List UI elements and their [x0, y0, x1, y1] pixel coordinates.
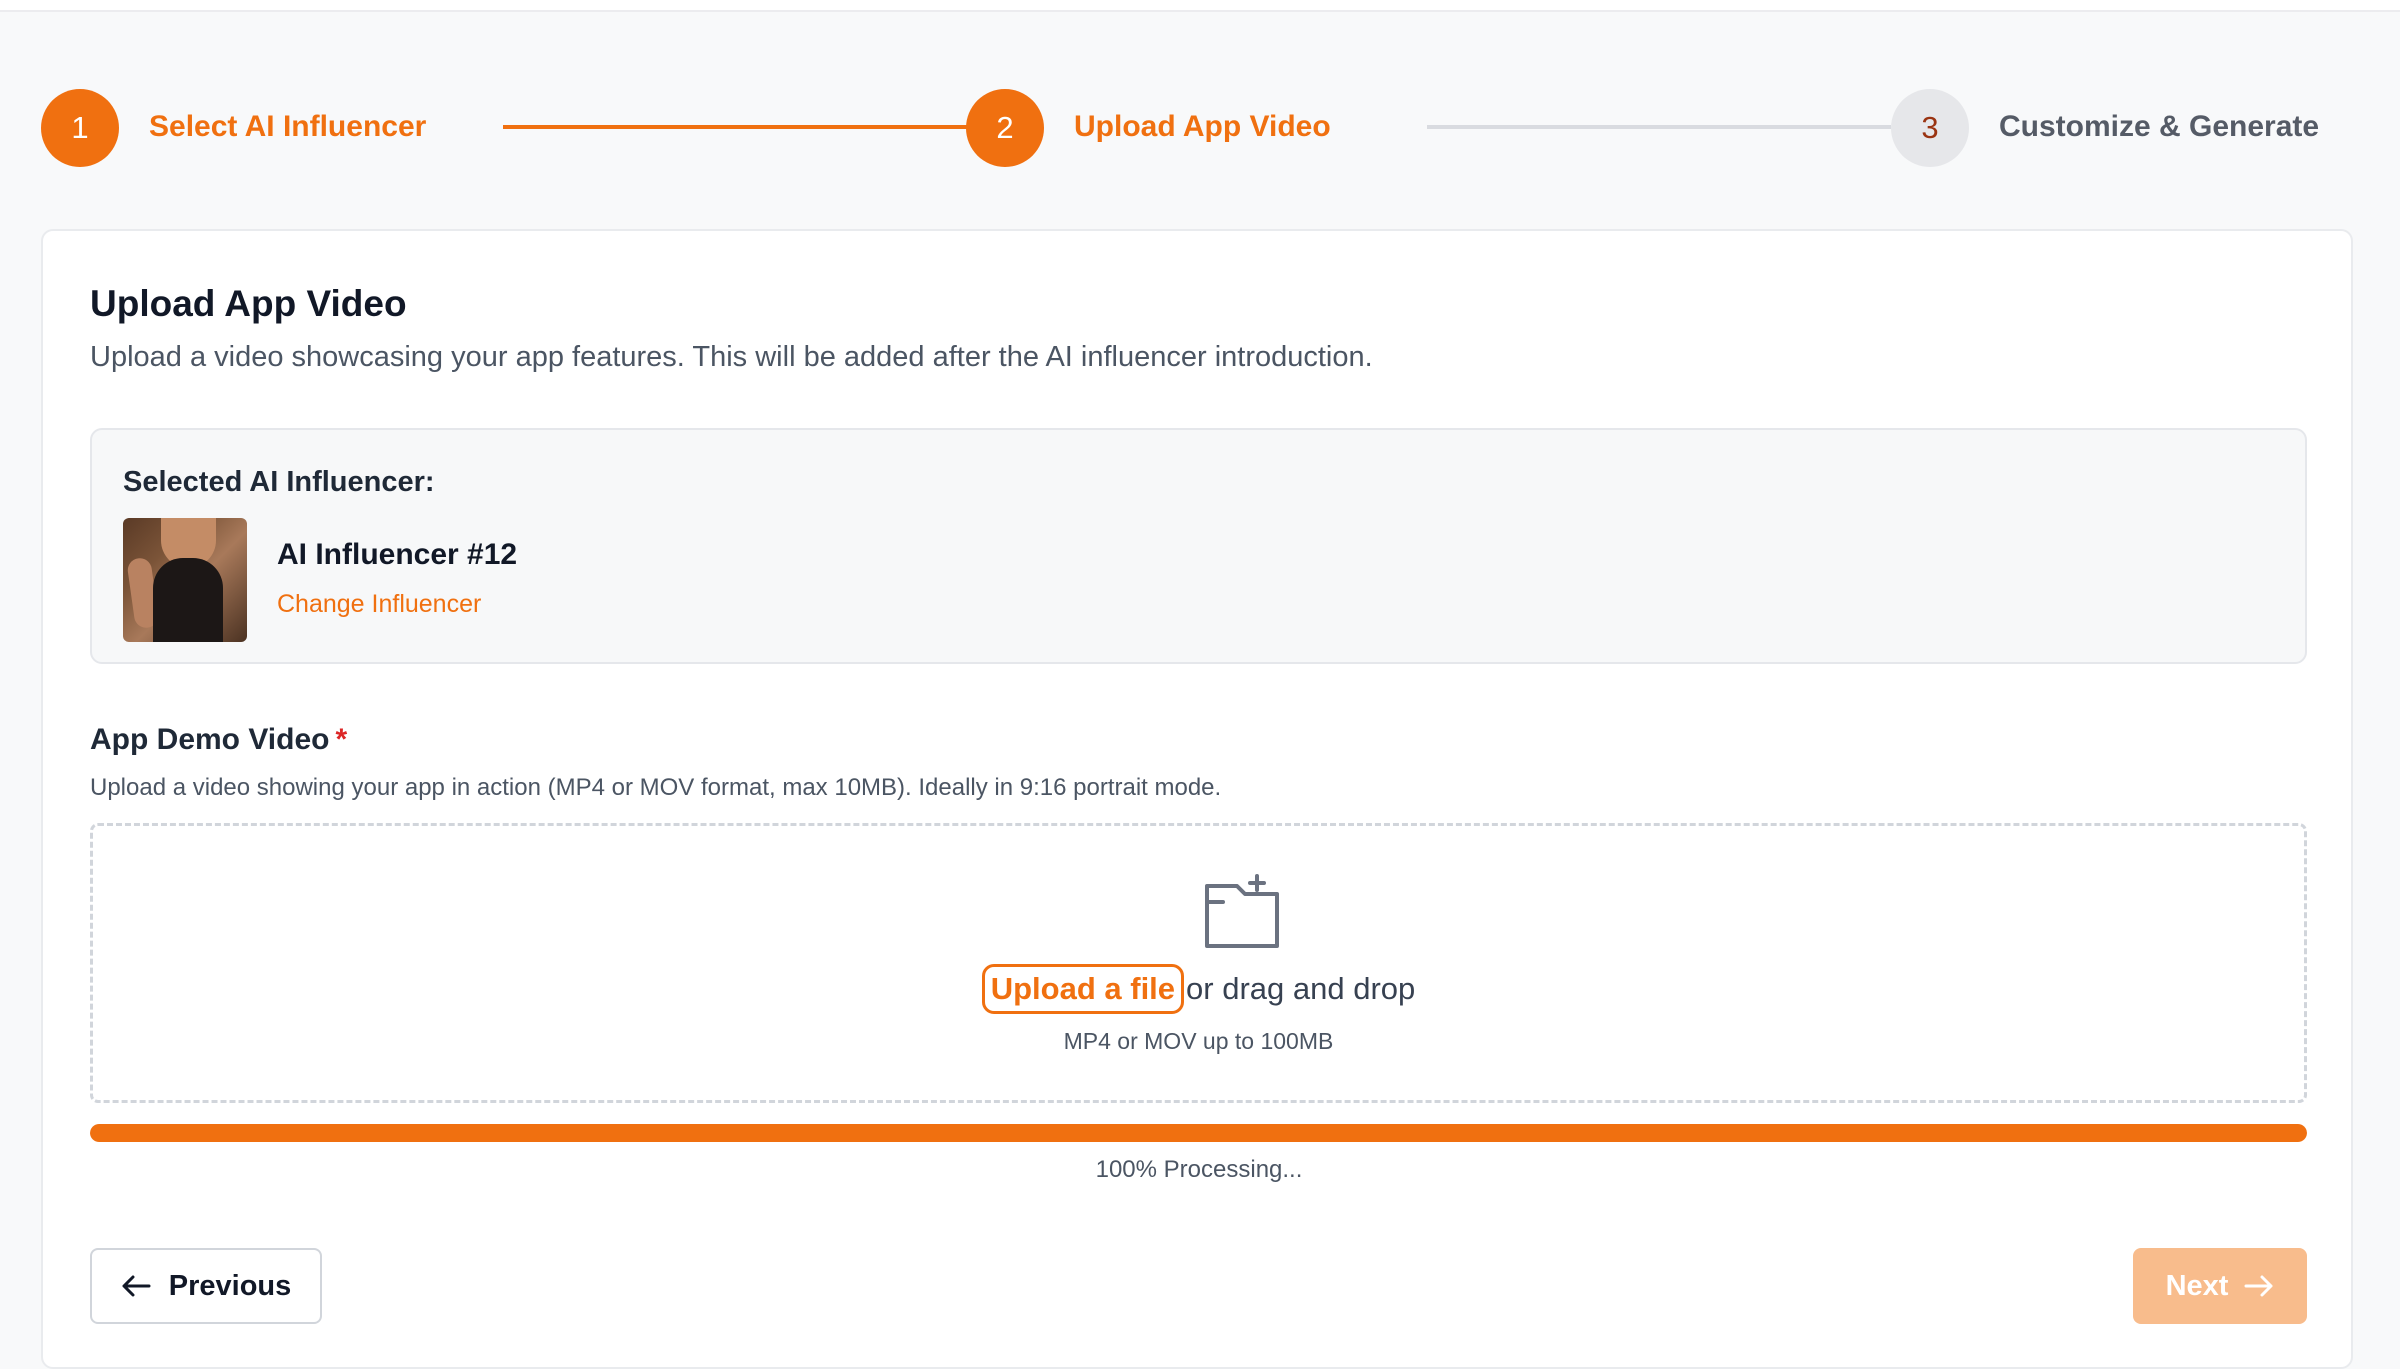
arrow-right-icon [2244, 1275, 2273, 1297]
video-field-label-text: App Demo Video [90, 723, 330, 756]
previous-button-label: Previous [168, 1269, 292, 1302]
next-button-label: Next [2165, 1269, 2229, 1302]
required-marker: * [335, 723, 348, 756]
step-1-circle[interactable]: 1 [41, 89, 119, 167]
video-dropzone[interactable]: Upload a file or drag and drop MP4 or MOV… [90, 823, 2307, 1103]
influencer-avatar [123, 518, 247, 642]
next-button[interactable]: Next [2133, 1248, 2307, 1324]
drag-drop-text: or drag and drop [1186, 971, 1416, 1006]
change-influencer-link[interactable]: Change Influencer [277, 590, 481, 619]
previous-button[interactable]: Previous [90, 1248, 322, 1324]
page-title: Upload App Video [90, 283, 407, 324]
influencer-name: AI Influencer #12 [277, 538, 518, 571]
video-field-help: Upload a video showing your app in actio… [90, 774, 1222, 801]
upload-progress-text: 100% Processing... [1095, 1156, 1303, 1183]
stepper: 1 Select AI Influencer 2 Upload App Vide… [0, 0, 2400, 200]
folder-icon [1205, 874, 1279, 948]
upload-prompt: Upload a file or drag and drop [93, 964, 2304, 1014]
step-3-circle[interactable]: 3 [1891, 89, 1969, 167]
selected-influencer-panel: Selected AI Influencer: AI Influencer #1… [90, 428, 2307, 664]
video-field-label: App Demo Video * [90, 723, 347, 757]
selected-influencer-label: Selected AI Influencer: [123, 466, 435, 498]
step-1-label[interactable]: Select AI Influencer [149, 110, 426, 144]
step-connector-2 [1427, 125, 1891, 129]
step-2-label[interactable]: Upload App Video [1074, 110, 1331, 144]
step-connector-1 [503, 125, 967, 129]
page-subtitle: Upload a video showcasing your app featu… [90, 341, 1373, 373]
upload-format-hint: MP4 or MOV up to 100MB [1063, 1028, 1334, 1054]
upload-file-button[interactable]: Upload a file [981, 964, 1185, 1014]
upload-progress-bar [90, 1124, 2307, 1142]
step-3-label[interactable]: Customize & Generate [1999, 110, 2319, 144]
step-2-circle[interactable]: 2 [966, 89, 1044, 167]
upload-progress-fill [90, 1124, 2307, 1142]
arrow-left-icon [122, 1275, 151, 1297]
upload-card: Upload App Video Upload a video showcasi… [41, 229, 2353, 1369]
